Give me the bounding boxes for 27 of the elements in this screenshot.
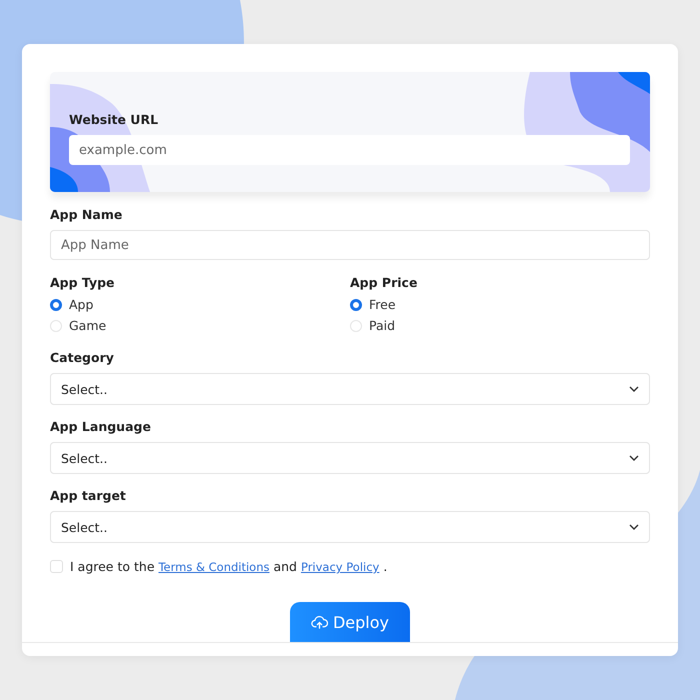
chevron-down-icon xyxy=(629,386,639,392)
app-name-field[interactable]: App Name xyxy=(50,230,650,260)
url-field[interactable]: example.com xyxy=(69,135,630,165)
field-label: App target xyxy=(50,488,127,503)
terms-link[interactable]: Terms & Conditions xyxy=(158,560,270,574)
field-label: App Type xyxy=(50,275,116,290)
field-label: App Price xyxy=(350,275,418,290)
select-field[interactable]: Select.. xyxy=(50,373,650,405)
agreement-text: I agree to the Terms & Conditions and Privacy Policy . xyxy=(70,559,388,574)
radio-label: Game xyxy=(69,318,106,333)
radio-button[interactable] xyxy=(50,298,62,310)
field-label: Category xyxy=(50,350,115,365)
field-label: App Name xyxy=(50,207,124,222)
radio-button[interactable] xyxy=(350,298,362,310)
radio-label: App xyxy=(69,297,94,312)
select-field[interactable]: Select.. xyxy=(50,442,650,474)
radio-label: Paid xyxy=(369,318,396,333)
field-label: Website URL xyxy=(69,112,160,127)
checkbox[interactable] xyxy=(50,560,63,573)
deploy-button[interactable]: Deploy xyxy=(290,602,410,642)
radio-label: Free xyxy=(369,297,396,312)
chevron-down-icon xyxy=(629,455,639,461)
chevron-down-icon xyxy=(629,524,639,530)
privacy-link[interactable]: Privacy Policy xyxy=(300,560,380,574)
select-field[interactable]: Select.. xyxy=(50,511,650,543)
field-label: App Language xyxy=(50,419,152,434)
cloud-upload-icon xyxy=(310,614,328,630)
